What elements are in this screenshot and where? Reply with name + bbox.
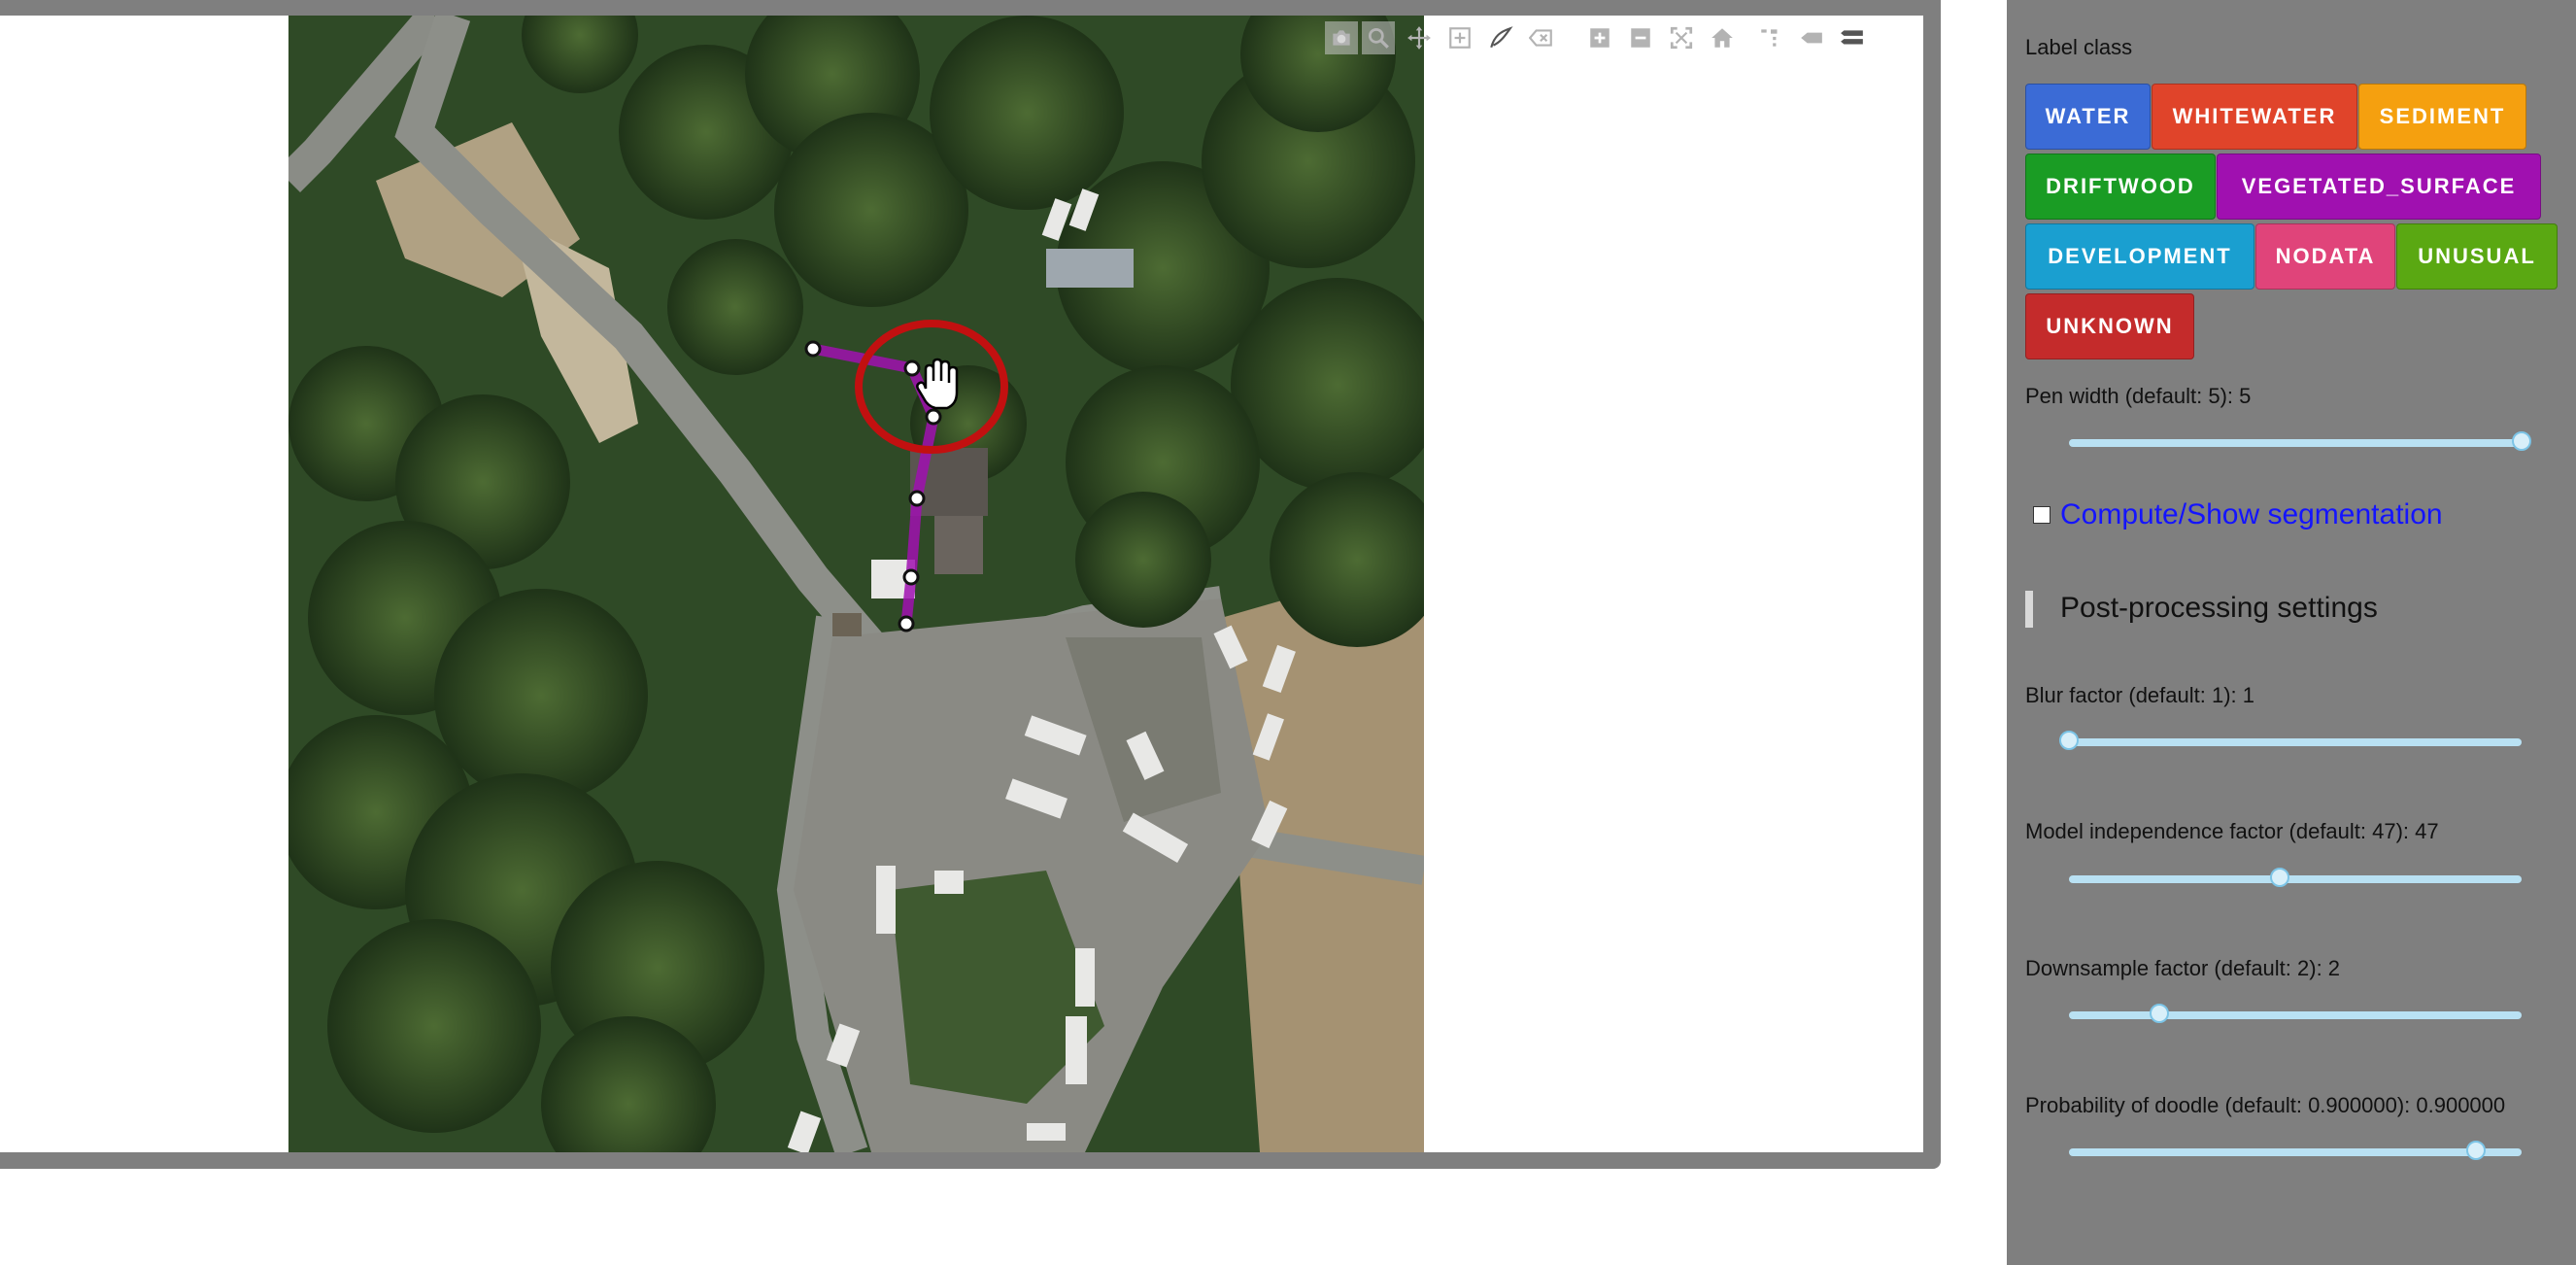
doodle-probability-slider-handle[interactable] xyxy=(2466,1141,2487,1160)
camera-icon[interactable] xyxy=(1325,21,1358,54)
downsample-factor-label: Downsample factor (default: 2): 2 xyxy=(2025,956,2341,980)
box-select-icon[interactable] xyxy=(1443,21,1476,54)
zoom-in-icon[interactable] xyxy=(1583,21,1616,54)
class-button-unknown[interactable]: UNKNOWN xyxy=(2025,293,2194,359)
class-button-whitewater[interactable]: WHITEWATER xyxy=(2152,84,2357,150)
zoom-icon[interactable] xyxy=(1362,21,1395,54)
hover-closest-icon[interactable] xyxy=(1795,21,1828,54)
segmentation-checkbox[interactable] xyxy=(2033,506,2051,524)
model-independence-slider[interactable] xyxy=(2069,868,2522,887)
pen-width-slider-handle[interactable] xyxy=(2512,431,2531,451)
model-independence-label: Model independence factor (default: 47):… xyxy=(2025,819,2439,843)
blur-factor-label: Blur factor (default: 1): 1 xyxy=(2025,683,2254,707)
compute-segmentation-link[interactable]: Compute/Show segmentation xyxy=(2060,498,2443,531)
autoscale-icon[interactable] xyxy=(1665,21,1698,54)
class-button-sediment[interactable]: SEDIMENT xyxy=(2358,84,2526,150)
plotly-modebar xyxy=(1321,21,1873,54)
class-button-unusual[interactable]: UNUSUAL xyxy=(2396,223,2558,290)
postprocessing-collapse-bar xyxy=(2025,591,2033,628)
erase-shape-icon[interactable] xyxy=(1525,21,1558,54)
pan-icon[interactable] xyxy=(1403,21,1436,54)
toggle-spike-lines-icon[interactable] xyxy=(1754,21,1787,54)
hover-compare-icon[interactable] xyxy=(1836,21,1869,54)
pen-width-label: Pen width (default: 5): 5 xyxy=(2025,384,2252,408)
model-independence-slider-handle[interactable] xyxy=(2269,868,2289,887)
downsample-factor-slider[interactable] xyxy=(2069,1004,2522,1023)
draw-open-path-icon[interactable] xyxy=(1484,21,1517,54)
blur-factor-slider-handle[interactable] xyxy=(2059,731,2079,750)
zoom-out-icon[interactable] xyxy=(1624,21,1657,54)
class-button-development[interactable]: DEVELOPMENT xyxy=(2025,223,2254,290)
pen-width-slider[interactable] xyxy=(2069,431,2531,451)
aerial-image[interactable] xyxy=(288,16,1424,1152)
class-button-water[interactable]: WATER xyxy=(2025,84,2151,150)
reset-axes-icon[interactable] xyxy=(1706,21,1739,54)
aerial-image-drawing xyxy=(288,16,1424,1152)
doodle-probability-slider[interactable] xyxy=(2069,1141,2522,1160)
downsample-factor-slider-handle[interactable] xyxy=(2150,1004,2170,1023)
class-button-nodata[interactable]: NODATA xyxy=(2255,223,2395,290)
class-button-driftwood[interactable]: DRIFTWOOD xyxy=(2025,154,2216,220)
blur-factor-slider[interactable] xyxy=(2059,731,2522,750)
postprocessing-title[interactable]: Post-processing settings xyxy=(2060,592,2378,625)
control-sidebar: Label class WATER WHITEWATER SEDIMENT DR… xyxy=(2007,0,2576,1265)
graph-frame xyxy=(0,0,1941,1169)
doodle-probability-label: Probability of doodle (default: 0.900000… xyxy=(2025,1093,2506,1117)
class-button-vegetated-surface[interactable]: VEGETATED_SURFACE xyxy=(2217,154,2541,220)
label-class-title: Label class xyxy=(2025,35,2133,59)
